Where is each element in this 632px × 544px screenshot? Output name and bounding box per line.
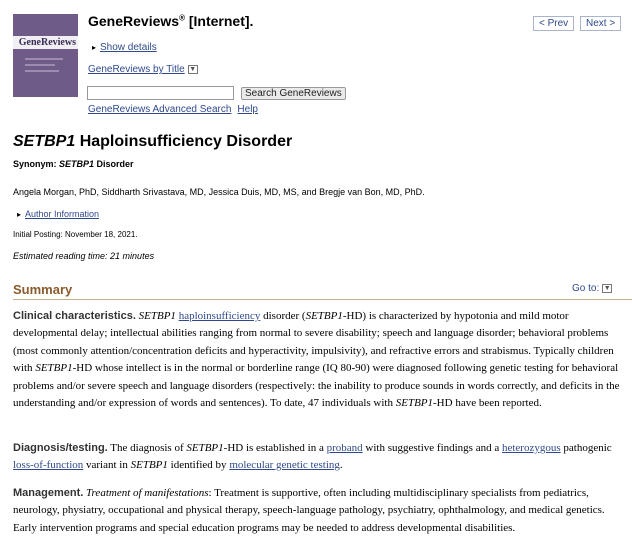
synonym-rest: Disorder	[94, 159, 134, 169]
synonym-label: Synonym:	[13, 159, 60, 169]
management-label: Management.	[13, 487, 84, 499]
goto-label[interactable]: Go to:	[572, 283, 599, 294]
help-link[interactable]: Help	[237, 104, 258, 115]
text: identified by	[167, 459, 230, 472]
clinical-characteristics-paragraph: Clinical characteristics. SETBP1 haploin…	[13, 308, 625, 412]
author-info-link[interactable]: Author Information	[25, 209, 99, 219]
goto-menu[interactable]: Go to: ▼	[572, 283, 613, 294]
synonym-gene: SETBP1	[59, 159, 95, 169]
text: -HD have been reported.	[433, 397, 542, 410]
cover-line	[25, 64, 55, 66]
text: The diagnosis of	[107, 442, 187, 454]
gene-name: SETBP1	[130, 459, 168, 472]
gene-name: SETBP1	[395, 397, 434, 410]
text: .	[339, 459, 343, 472]
gene-name: SETBP1	[305, 310, 343, 322]
haploinsufficiency-link[interactable]: haploinsufficiency	[179, 310, 261, 322]
treatment-label: Treatment of manifestations	[86, 487, 209, 499]
text: with suggestive findings and a	[362, 442, 502, 454]
section-divider	[13, 299, 632, 300]
management-paragraph: Management. Treatment of manifestations:…	[13, 485, 625, 537]
show-details-link[interactable]: Show details	[100, 42, 157, 53]
author-info-toggle[interactable]: ▸ Author Information	[17, 209, 99, 219]
reading-time: Estimated reading time: 21 minutes	[13, 251, 155, 261]
posting-date: Initial Posting: November 18, 2021.	[13, 230, 138, 239]
heterozygous-link[interactable]: heterozygous	[502, 442, 561, 454]
book-title: GeneReviews® [Internet].	[88, 13, 253, 29]
cover-title: GeneReviews	[18, 37, 76, 48]
proband-link[interactable]: proband	[327, 442, 363, 454]
advanced-search-link[interactable]: GeneReviews Advanced Search	[88, 104, 231, 115]
cover-line	[25, 58, 63, 60]
chevron-down-icon[interactable]: ▼	[602, 283, 613, 293]
title-rest: Haploinsufficiency Disorder	[75, 133, 293, 150]
next-button[interactable]: Next >	[580, 16, 622, 31]
diagnosis-testing-paragraph: Diagnosis/testing. The diagnosis of SETB…	[13, 440, 625, 475]
book-cover-image[interactable]: GeneReviews	[13, 14, 78, 97]
text: -HD is established in a	[223, 442, 327, 454]
by-title-menu[interactable]: GeneReviews by Title ▼	[88, 64, 198, 75]
search-input[interactable]	[87, 86, 234, 100]
loss-of-function-link[interactable]: loss-of-function	[13, 459, 83, 471]
expand-triangle-icon: ▸	[17, 210, 22, 219]
molecular-genetic-testing-link[interactable]: molecular genetic testing	[229, 459, 340, 471]
expand-triangle-icon: ▸	[92, 43, 97, 52]
chevron-down-icon[interactable]: ▼	[187, 64, 198, 74]
text: variant in	[83, 459, 131, 472]
search-links: GeneReviews Advanced Search Help	[88, 104, 264, 115]
gene-name: SETBP1	[35, 362, 73, 375]
text: disorder (	[260, 310, 306, 322]
show-details-toggle[interactable]: ▸ Show details	[92, 42, 157, 53]
authors: Angela Morgan, PhD, Siddharth Srivastava…	[13, 187, 425, 197]
title-gene: SETBP1	[13, 133, 76, 150]
summary-heading: Summary	[13, 282, 73, 297]
prev-button[interactable]: < Prev	[533, 16, 575, 31]
by-title-link[interactable]: GeneReviews by Title	[88, 64, 185, 75]
diagnosis-label: Diagnosis/testing.	[13, 442, 108, 454]
cover-line	[25, 70, 59, 72]
book-title-name: GeneReviews	[88, 13, 180, 29]
text: pathogenic	[560, 442, 612, 454]
clinical-label: Clinical characteristics.	[13, 310, 136, 322]
gene-name: SETBP1	[186, 442, 224, 454]
search-button[interactable]: Search GeneReviews	[241, 87, 346, 100]
gene-name: SETBP1	[138, 310, 176, 322]
synonym: Synonym: SETBP1 Disorder	[13, 159, 134, 169]
book-title-suffix: [Internet].	[184, 13, 254, 29]
page-title: SETBP1 Haploinsufficiency Disorder	[13, 133, 292, 151]
